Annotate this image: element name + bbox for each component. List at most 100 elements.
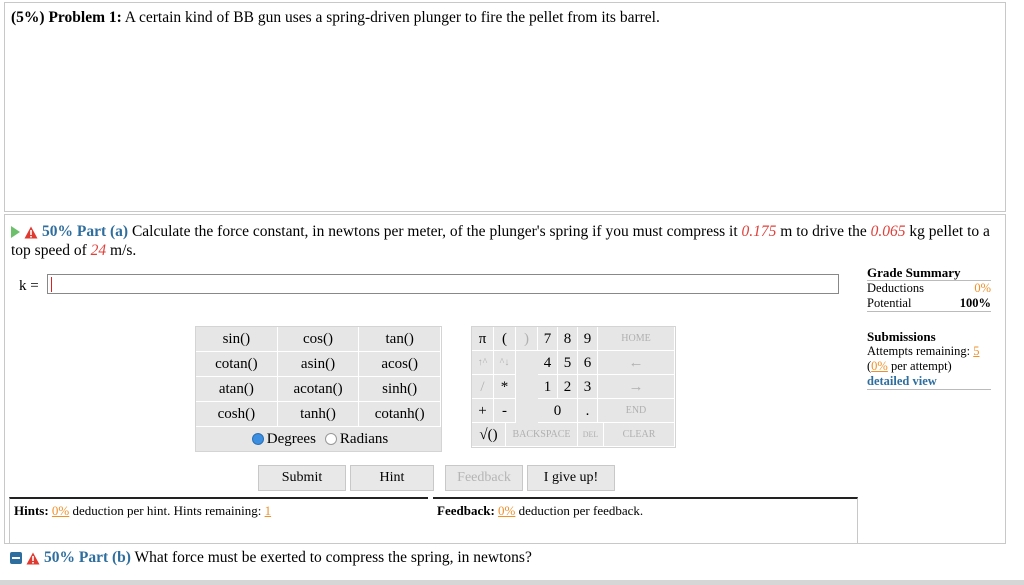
- sin-button[interactable]: sin(): [196, 327, 278, 352]
- number-keypad: π ( ) 7 8 9 HOME ↑^ ^↓ 4 5 6 ← / * 1 2 3…: [471, 326, 676, 448]
- left-paren-key[interactable]: (: [494, 327, 516, 351]
- part-a-text-1: Calculate the force constant, in newtons…: [128, 223, 742, 240]
- deductions-row: Deductions 0%: [867, 281, 991, 296]
- five-key[interactable]: 5: [558, 351, 578, 375]
- keypad-row: ↑^ ^↓ 4 5 6 ←: [472, 351, 675, 375]
- text-cursor: [51, 277, 52, 292]
- problem-statement: (5%) Problem 1: A certain kind of BB gun…: [4, 2, 1006, 212]
- clear-key[interactable]: CLEAR: [604, 423, 675, 447]
- hint-button[interactable]: Hint: [350, 465, 434, 491]
- keypad-row: / * 1 2 3 →: [472, 375, 675, 399]
- keypad-row: π ( ) 7 8 9 HOME: [472, 327, 675, 351]
- radians-radio[interactable]: [324, 433, 337, 445]
- deductions-value: 0%: [974, 281, 991, 295]
- hints-description: deduction per hint. Hints remaining:: [69, 503, 265, 518]
- attempts-row: Attempts remaining: 5: [867, 344, 991, 359]
- divide-key[interactable]: /: [472, 375, 494, 399]
- acotan-button[interactable]: acotan(): [277, 377, 360, 402]
- part-a-text-2: m to drive the: [776, 223, 871, 240]
- degrees-label: Degrees: [266, 430, 316, 447]
- two-key[interactable]: 2: [558, 375, 578, 399]
- hints-remaining-value: 1: [264, 503, 272, 518]
- feedback-deduction-value: 0%: [498, 503, 516, 518]
- grade-summary: Grade Summary Deductions 0% Potential 10…: [867, 265, 991, 312]
- up-key[interactable]: ↑^: [472, 351, 494, 375]
- end-key[interactable]: END: [598, 399, 675, 423]
- tanh-button[interactable]: tanh(): [277, 402, 360, 427]
- potential-row: Potential 100%: [867, 296, 991, 312]
- attempts-value: 5: [973, 344, 980, 358]
- acos-button[interactable]: acos(): [359, 352, 442, 377]
- part-a-label: 50% Part (a): [42, 223, 129, 240]
- sinh-button[interactable]: sinh(): [359, 377, 442, 402]
- feedback-label: Feedback:: [437, 503, 495, 518]
- part-b-text: What force must be exerted to compress t…: [130, 549, 532, 566]
- grade-summary-title: Grade Summary: [867, 265, 991, 281]
- keypad-row: √() BACKSPACE DEL CLEAR: [472, 423, 675, 447]
- tan-button[interactable]: tan(): [359, 327, 442, 352]
- degrees-radio[interactable]: [251, 433, 264, 445]
- feedback-button[interactable]: Feedback: [445, 465, 523, 491]
- backspace-key[interactable]: BACKSPACE: [506, 423, 578, 447]
- function-row: sin() cos() tan(): [196, 327, 442, 352]
- cos-button[interactable]: cos(): [277, 327, 360, 352]
- part-a-panel: 50% Part (a) Calculate the force constan…: [4, 214, 1006, 544]
- home-key[interactable]: HOME: [598, 327, 675, 351]
- give-up-button[interactable]: I give up!: [527, 465, 615, 491]
- three-key[interactable]: 3: [578, 375, 598, 399]
- left-arrow-key[interactable]: ←: [598, 351, 675, 375]
- function-keypad: sin() cos() tan() cotan() asin() acos() …: [195, 326, 442, 452]
- problem-number: (5%) Problem 1:: [11, 9, 122, 26]
- atan-button[interactable]: atan(): [196, 377, 278, 402]
- cosh-button[interactable]: cosh(): [196, 402, 278, 427]
- minus-key[interactable]: -: [494, 399, 516, 423]
- detailed-view-row: detailed view: [867, 374, 991, 390]
- four-key[interactable]: 4: [538, 351, 558, 375]
- cotan-button[interactable]: cotan(): [196, 352, 278, 377]
- attempts-label: Attempts remaining:: [867, 344, 971, 358]
- function-row: cosh() tanh() cotanh(): [196, 402, 442, 427]
- pi-key[interactable]: π: [472, 327, 494, 351]
- feedback-bar: Feedback: 0% deduction per feedback.: [433, 497, 858, 543]
- expand-arrow-icon[interactable]: [11, 226, 20, 239]
- detailed-view-link[interactable]: detailed view: [867, 374, 937, 388]
- angle-mode-row: Degrees Radians: [196, 427, 441, 451]
- function-row: cotan() asin() acos(): [196, 352, 442, 377]
- potential-value: 100%: [959, 296, 991, 310]
- decimal-key[interactable]: .: [578, 399, 598, 423]
- answer-input[interactable]: [47, 274, 839, 294]
- hint-deduction-value: 0%: [51, 503, 70, 518]
- eight-key[interactable]: 8: [558, 327, 578, 351]
- function-row: atan() acotan() sinh(): [196, 377, 442, 402]
- one-key[interactable]: 1: [538, 375, 558, 399]
- nine-key[interactable]: 9: [578, 327, 598, 351]
- warning-icon: [26, 552, 40, 565]
- down-key[interactable]: ^↓: [494, 351, 516, 375]
- delete-key[interactable]: DEL: [578, 423, 604, 447]
- hints-label: Hints:: [14, 503, 49, 518]
- per-attempt-label: per attempt): [887, 359, 952, 373]
- collapse-icon[interactable]: [10, 552, 22, 565]
- sqrt-key[interactable]: √(): [472, 423, 506, 447]
- hints-text: Hints: 0% deduction per hint. Hints rema…: [14, 503, 271, 519]
- feedback-description: deduction per feedback.: [515, 503, 644, 518]
- problem-description: A certain kind of BB gun uses a spring-d…: [121, 9, 660, 26]
- feedback-text: Feedback: 0% deduction per feedback.: [437, 503, 643, 519]
- hints-bar: Hints: 0% deduction per hint. Hints rema…: [9, 497, 428, 543]
- warning-icon: [24, 226, 38, 239]
- radians-label: Radians: [339, 430, 389, 447]
- right-arrow-key[interactable]: →: [598, 375, 675, 399]
- multiply-key[interactable]: *: [494, 375, 516, 399]
- seven-key[interactable]: 7: [538, 327, 558, 351]
- horizontal-scrollbar[interactable]: [0, 580, 1024, 585]
- submit-button[interactable]: Submit: [258, 465, 346, 491]
- six-key[interactable]: 6: [578, 351, 598, 375]
- variable-label: k =: [19, 278, 39, 294]
- right-paren-key[interactable]: ): [516, 327, 538, 351]
- part-a-text-4: m/s.: [106, 242, 137, 259]
- submissions-title: Submissions: [867, 329, 936, 344]
- zero-key[interactable]: 0: [538, 399, 578, 423]
- plus-key[interactable]: +: [472, 399, 494, 423]
- asin-button[interactable]: asin(): [277, 352, 360, 377]
- cotanh-button[interactable]: cotanh(): [359, 402, 442, 427]
